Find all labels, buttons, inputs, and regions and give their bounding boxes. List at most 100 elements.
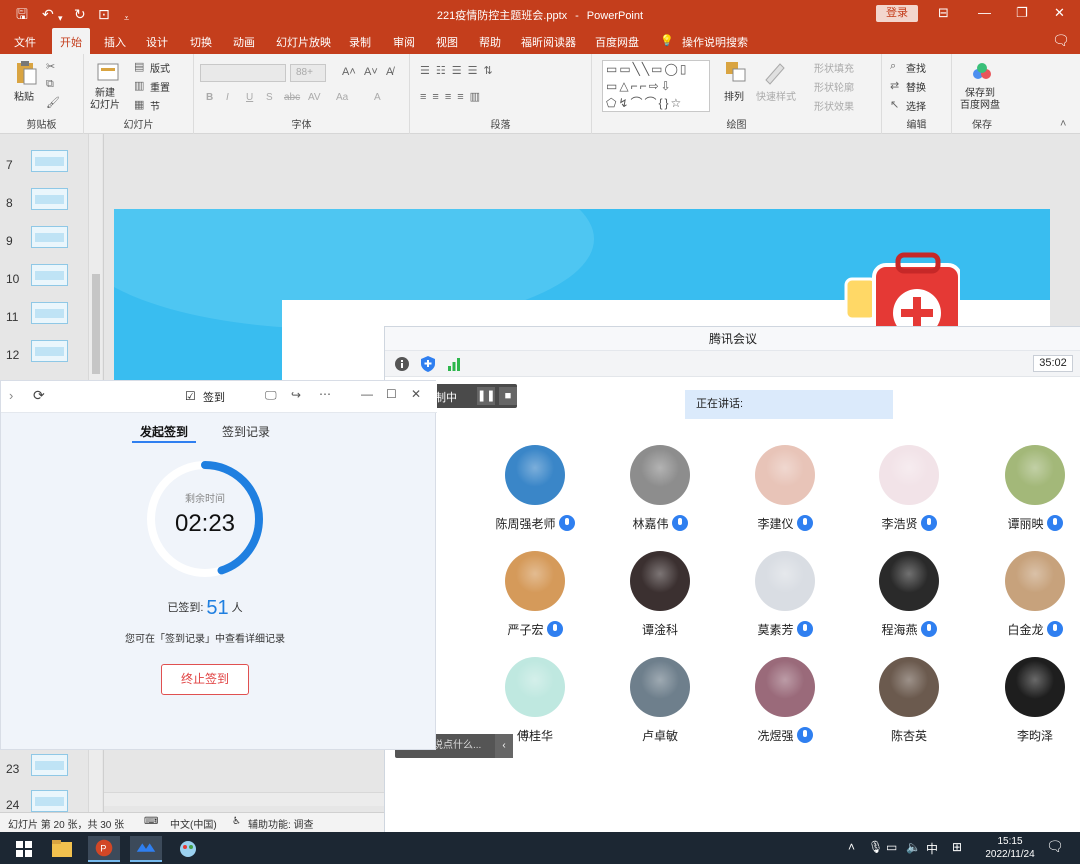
tab-file[interactable]: 文件 <box>14 34 36 50</box>
slide-thumbnail[interactable]: 8 <box>0 188 90 218</box>
participant-avatar[interactable] <box>879 445 939 505</box>
microphone-icon[interactable]: 🎙 <box>868 840 883 854</box>
slide-thumbnail[interactable]: 12 <box>0 340 90 370</box>
replace-icon[interactable]: ⇄ <box>890 79 899 92</box>
paste-label[interactable]: 粘贴 <box>14 88 34 103</box>
minimize-icon[interactable]: — <box>978 5 991 20</box>
select-icon[interactable]: ↖ <box>890 98 899 111</box>
section-button[interactable]: 节 <box>150 98 160 113</box>
select-button[interactable]: 选择 <box>906 98 926 113</box>
shrink-font-icon[interactable]: A˅ <box>364 66 378 78</box>
language-status[interactable]: 中文(中国) <box>170 816 217 831</box>
participant-avatar[interactable] <box>630 445 690 505</box>
tab-home[interactable]: 开始 <box>52 28 90 54</box>
baidu-cloud-icon[interactable] <box>970 60 994 86</box>
slide-thumbnail[interactable]: 11 <box>0 302 90 332</box>
tab-help[interactable]: 帮助 <box>479 34 501 50</box>
tab-start-signin[interactable]: 发起签到 <box>140 423 188 440</box>
spell-check-icon[interactable]: ⌨ <box>144 816 158 827</box>
reset-button[interactable]: 重置 <box>150 79 170 94</box>
screen-share-icon[interactable]: 🖵 <box>265 388 277 403</box>
tab-transitions[interactable]: 切换 <box>190 34 212 50</box>
meeting-info-icon[interactable] <box>395 357 409 371</box>
participant-avatar[interactable] <box>1005 551 1065 611</box>
shadow-button[interactable]: S <box>266 92 273 103</box>
refresh-icon[interactable]: ⟳ <box>33 387 45 404</box>
windows-start-icon[interactable] <box>8 836 40 862</box>
close-icon[interactable]: ✕ <box>1054 5 1065 21</box>
cut-icon[interactable]: ✂ <box>46 60 55 73</box>
new-slide-button[interactable]: 新建 幻灯片 <box>90 88 120 112</box>
participant-avatar[interactable] <box>1005 657 1065 717</box>
arrange-button[interactable]: 排列 <box>724 88 744 103</box>
tab-baidu-netdisk[interactable]: 百度网盘 <box>595 34 639 50</box>
tab-signin-records[interactable]: 签到记录 <box>222 423 270 440</box>
list-buttons[interactable]: ☰☷☰☰⇅ <box>420 64 499 77</box>
strikethrough-button[interactable]: abc <box>284 92 300 103</box>
quick-styles-icon[interactable] <box>762 60 786 86</box>
new-slide-icon[interactable] <box>96 60 120 86</box>
format-painter-icon[interactable]: 🖌 <box>46 96 60 109</box>
participant-avatar[interactable] <box>1005 445 1065 505</box>
tab-foxit-reader[interactable]: 福昕阅读器 <box>521 34 576 50</box>
slide-thumbnail[interactable]: 23 <box>0 754 90 784</box>
replace-button[interactable]: 替换 <box>906 79 926 94</box>
slide-thumbnail[interactable]: 7 <box>0 150 90 180</box>
shape-fill-button[interactable]: 形状填充 <box>814 60 854 75</box>
participant-avatar[interactable] <box>630 657 690 717</box>
paint-app-icon[interactable] <box>172 836 204 862</box>
maximize-icon[interactable]: ❐ <box>1016 5 1028 21</box>
paste-icon[interactable] <box>14 60 38 86</box>
align-buttons[interactable]: ≡≡≡≡▥ <box>420 90 486 103</box>
ime-indicator[interactable]: 中 <box>926 840 938 857</box>
network-icon[interactable]: ▭ <box>886 840 897 854</box>
participant-avatar[interactable] <box>755 551 815 611</box>
bold-button[interactable]: B <box>206 92 213 103</box>
participant-avatar[interactable] <box>755 657 815 717</box>
pause-recording-icon[interactable]: ❚❚ <box>477 387 495 405</box>
participant-avatar[interactable] <box>505 657 565 717</box>
canvas-horizontal-scrollbar[interactable] <box>104 792 384 806</box>
notifications-icon[interactable]: 🗨 <box>1046 838 1064 855</box>
find-button[interactable]: 查找 <box>906 60 926 75</box>
tab-record[interactable]: 录制 <box>349 34 371 50</box>
panel-minimize-icon[interactable]: — <box>361 387 373 401</box>
tencent-meeting-taskbar-icon[interactable] <box>130 836 162 862</box>
slide-thumbnail[interactable]: 9 <box>0 226 90 256</box>
save-to-baidu-button[interactable]: 保存到 百度网盘 <box>960 88 1000 112</box>
stop-signin-button[interactable]: 终止签到 <box>161 664 249 695</box>
tell-me-search[interactable]: 操作说明搜索 <box>682 34 748 50</box>
layout-button[interactable]: 版式 <box>150 60 170 75</box>
font-size-combo[interactable]: 88+ <box>290 64 326 82</box>
tab-design[interactable]: 设计 <box>146 34 168 50</box>
shape-outline-button[interactable]: 形状轮廓 <box>814 79 854 94</box>
taskbar-clock[interactable]: 15:15 2022/11/24 <box>978 835 1042 861</box>
panel-maximize-icon[interactable]: ☐ <box>386 387 397 401</box>
participant-avatar[interactable] <box>630 551 690 611</box>
share-icon[interactable]: ↪ <box>291 388 301 402</box>
file-explorer-icon[interactable] <box>46 836 78 862</box>
volume-icon[interactable]: 🔈 <box>906 840 921 854</box>
panel-close-icon[interactable]: ✕ <box>411 387 421 401</box>
tab-insert[interactable]: 插入 <box>104 34 126 50</box>
more-options-icon[interactable]: ⋯ <box>319 387 331 401</box>
powerpoint-taskbar-icon[interactable]: P <box>88 836 120 862</box>
collapse-chat-icon[interactable]: ‹ <box>495 734 513 758</box>
slide-thumbnail[interactable]: 10 <box>0 264 90 294</box>
ime-mode-icon[interactable]: ⊞ <box>952 840 962 854</box>
arrange-icon[interactable] <box>724 60 748 86</box>
accessibility-status[interactable]: 辅助功能: 调查 <box>248 816 314 831</box>
find-icon[interactable]: ⌕ <box>890 60 896 73</box>
clear-format-icon[interactable]: A̸ <box>386 66 393 78</box>
shape-effects-button[interactable]: 形状效果 <box>814 98 854 113</box>
participant-avatar[interactable] <box>505 551 565 611</box>
tray-expand-icon[interactable]: ˄ <box>848 840 855 854</box>
underline-button[interactable]: U <box>246 92 253 103</box>
change-case-button[interactable]: Aa <box>336 92 348 103</box>
italic-button[interactable]: I <box>226 92 229 103</box>
section-icon[interactable]: ▦ <box>134 98 144 111</box>
reset-icon[interactable]: ▥ <box>134 79 144 92</box>
grow-font-icon[interactable]: A˄ <box>342 66 356 78</box>
layout-icon[interactable]: ▤ <box>134 60 144 73</box>
tab-animations[interactable]: 动画 <box>233 34 255 50</box>
